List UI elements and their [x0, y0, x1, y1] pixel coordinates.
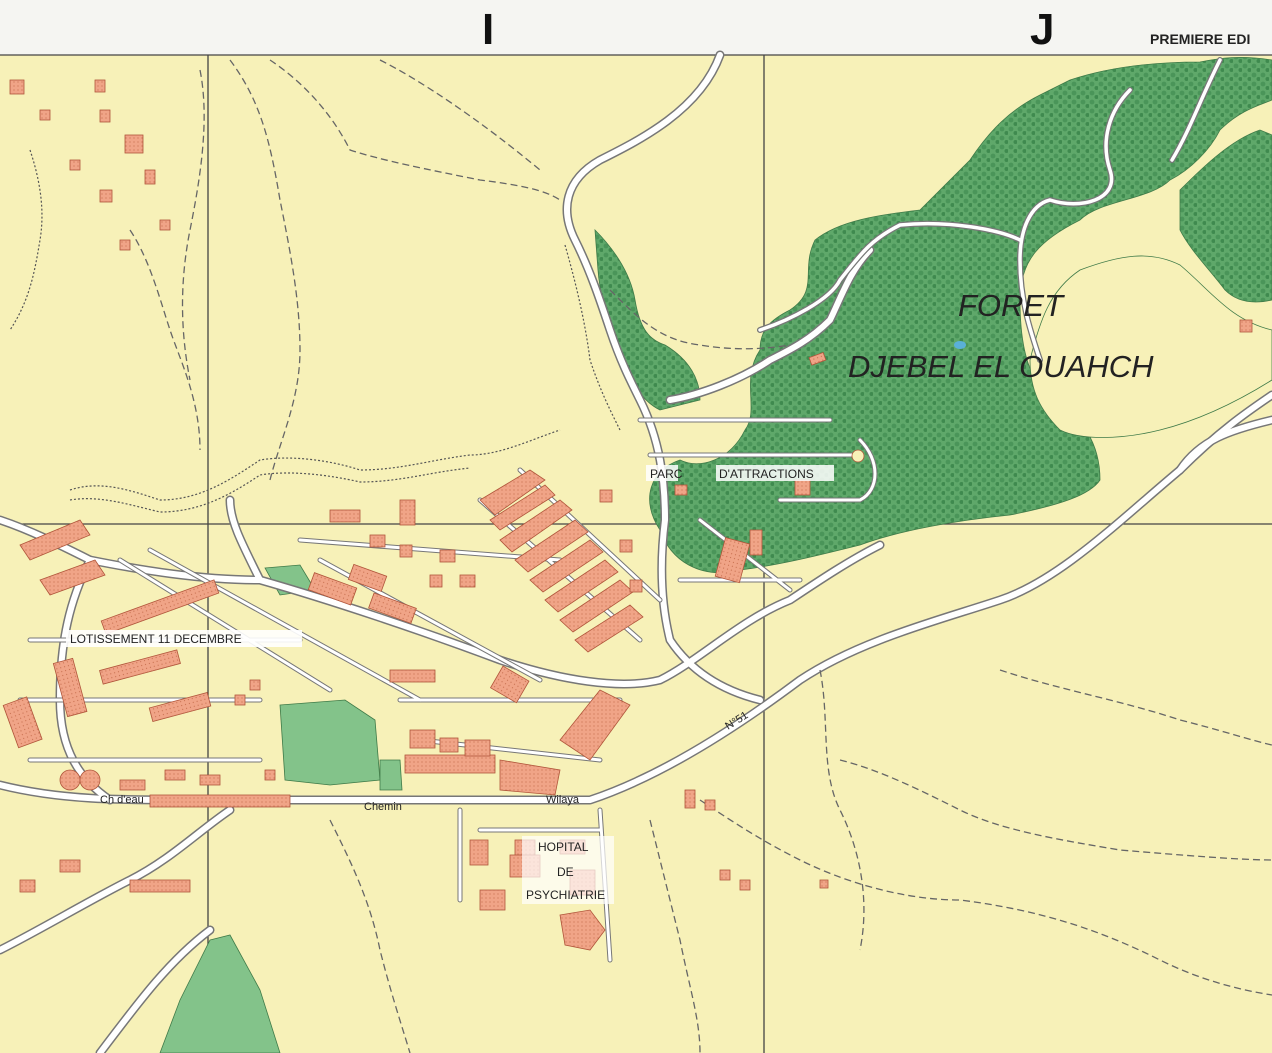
park-label-b: D'ATTRACTIONS — [719, 467, 814, 481]
hospital-label-1: HOPITAL — [538, 840, 589, 854]
hospital-label-3: PSYCHIATRIE — [526, 888, 605, 902]
city-map: I J PREMIERE EDI FORET DJEBEL EL OUAHCH … — [0, 0, 1272, 1053]
lotissement-label: LOTISSEMENT 11 DECEMBRE — [70, 632, 242, 646]
road-label-wilaya: Wilaya — [546, 794, 580, 806]
park-roundabout — [851, 449, 865, 463]
map-top-margin — [0, 0, 1272, 55]
grid-letter-j: J — [1030, 5, 1054, 54]
pond — [954, 341, 966, 349]
forest-name-line1: FORET — [958, 288, 1065, 323]
grid-letter-i: I — [482, 5, 494, 54]
road-label-chemin: Chemin — [364, 801, 402, 813]
forest-name-line2: DJEBEL EL OUAHCH — [848, 349, 1154, 384]
water-tower-label: Ch d'eau — [100, 794, 144, 806]
hospital-label-2: DE — [557, 865, 574, 879]
park-label-a: PARC — [650, 467, 683, 481]
edition-label: PREMIERE EDI — [1150, 31, 1250, 47]
